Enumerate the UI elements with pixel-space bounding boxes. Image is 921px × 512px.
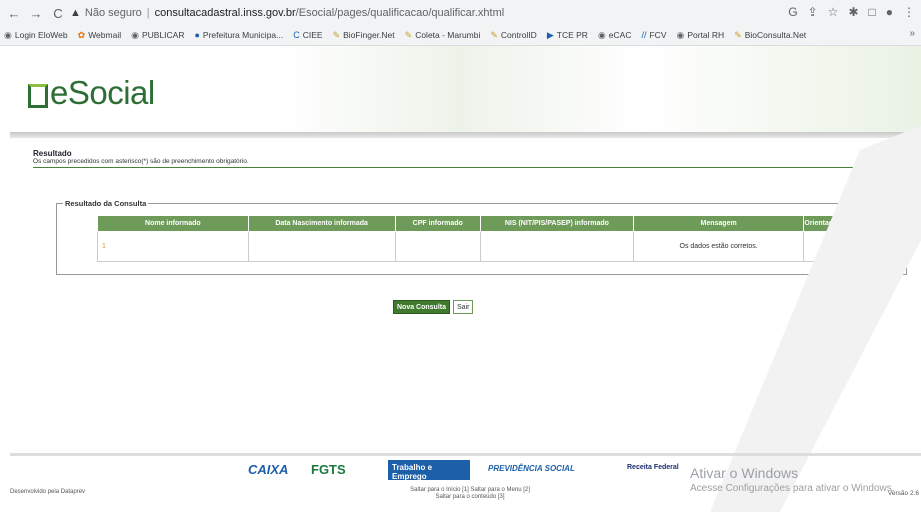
caixa-logo: CAIXA [248,462,289,477]
watermark-shape [710,125,921,512]
share-icon[interactable]: ⇪ [808,5,818,19]
col-cpf: CPF informado [394,215,481,232]
bookmark-item[interactable]: ✎ BioConsulta.Net [734,30,806,41]
receita-federal-logo: Receita Federal [627,464,679,471]
col-nome: Nome informado [97,215,249,232]
footer-divider [10,453,921,456]
globe-icon: ◉ [131,29,139,40]
cell-nome: 1 [97,231,249,262]
profile-icon[interactable]: ● [886,5,893,19]
bookmark-item[interactable]: ◉ PUBLICAR [131,30,184,41]
globe-icon: ◉ [676,29,685,40]
skip-links: Saltar para o Início [1] Saltar para o M… [400,487,540,501]
security-label[interactable]: Não seguro [85,7,142,19]
play-icon: ▶ [546,29,554,40]
col-data-nascimento: Data Nascimento informada [247,215,396,232]
skip-menu-link[interactable]: Saltar para o Menu [2] [471,487,530,493]
toolbar-icons: G ⇪ ☆ ✱ □ ● ⋮ [788,5,915,19]
omnibox[interactable]: ▲ Não seguro | consultacadastral.inss.go… [70,3,780,23]
logo-mark-icon [28,84,48,108]
google-icon[interactable]: G [788,5,797,19]
result-table: Nome informado Data Nascimento informada… [97,215,842,262]
bookmarks-bar: ◉ Login EloWeb ✿ Webmail ◉ PUBLICAR ● Prefei… [4,26,919,44]
trabalho-emprego-logo: Trabalho e Emprego [388,460,470,481]
cell-nis [479,231,634,262]
window-icon[interactable]: □ [869,5,876,19]
table-row: 1 Os dados estão corretos. [97,231,842,262]
result-title: Resultado [33,149,72,158]
col-nis: NIS (NIT/PIS/PASEP) informado [479,215,634,232]
star-icon[interactable]: ☆ [828,5,839,19]
bookmark-item[interactable]: ✎ ControlID [490,30,536,41]
col-orientacao: Orientação [803,215,842,232]
url-path[interactable]: /Esocial/pages/qualificacao/qualificar.x… [296,7,505,19]
cell-cpf [394,231,481,262]
finger-icon: ✎ [490,29,498,40]
warning-icon[interactable]: ▲ [70,7,81,19]
table-header-row: Nome informado Data Nascimento informada… [97,215,842,232]
bookmark-item[interactable]: ◉ Portal RH [676,30,724,41]
skip-inicio-link[interactable]: Saltar para o Início [1] [410,487,469,493]
slash-icon: // [641,30,647,40]
finger-icon: ✎ [734,29,742,40]
finger-icon: ✎ [332,29,341,40]
bookmark-item[interactable]: //FCV [641,30,666,40]
shield-icon: ● [194,30,200,40]
page-header: eSocial [0,46,921,132]
cell-orientacao [803,231,842,262]
header-divider [10,132,921,138]
menu-icon[interactable]: ⋮ [903,5,915,19]
activation-title: Ativar o Windows [690,465,799,481]
separator: | [146,7,150,19]
esocial-logo[interactable]: eSocial [28,74,155,112]
bookmark-item[interactable]: ◉ Login EloWeb [4,30,68,41]
developer-credit: Desenvolvido pela Dataprev [10,489,86,495]
browser-chrome: ← → C ▲ Não seguro | consultacadastral.i… [0,0,921,46]
new-query-button[interactable]: Nova Consulta [393,300,451,314]
fieldset-legend: Resultado da Consulta [65,199,147,208]
bookmark-item[interactable]: ▶ TCE PR [547,30,588,41]
cell-mensagem: Os dados estão corretos. [632,231,805,262]
action-buttons: Nova Consulta Sair [393,300,474,314]
cell-data [247,231,396,262]
globe-icon: ◉ [597,29,606,40]
bookmark-item[interactable]: ✎ BioFinger.Net [333,30,395,41]
bookmark-item[interactable]: ✎ Coleta - Marumbi [405,30,481,41]
bookmark-item[interactable]: C CIEE [293,30,322,40]
bookmark-item[interactable]: ◉ eCAC [598,30,632,41]
extensions-icon[interactable]: ✱ [848,5,858,19]
ciee-icon: C [293,30,300,40]
col-mensagem: Mensagem [632,215,805,232]
finger-icon: ✎ [404,29,413,40]
result-subtitle: Os campos precedidos com asterisco(*) sã… [33,158,908,168]
globe-icon: ◉ [4,29,12,40]
result-section: Resultado Os campos precedidos com aster… [33,149,908,168]
url-host[interactable]: consultacadastral.inss.gov.br [155,7,296,19]
logo-text: eSocial [50,74,155,111]
exit-button[interactable]: Sair [453,300,474,314]
bookmark-item[interactable]: ✿ Webmail [78,30,121,41]
previdencia-logo: PREVIDÊNCIA SOCIAL [488,464,575,473]
reload-icon[interactable]: C [50,6,66,21]
bookmarks-more-icon[interactable]: » [909,28,915,39]
webmail-icon: ✿ [77,29,86,40]
address-row: ← → C ▲ Não seguro | consultacadastral.i… [0,2,921,24]
forward-icon[interactable]: → [28,6,44,21]
bookmark-item[interactable]: ● Prefeitura Municipa... [194,30,283,40]
activation-subtitle: Acesse Configurações para ativar o Windo… [690,483,895,494]
fgts-logo: FGTS [311,462,346,477]
back-icon[interactable]: ← [6,6,22,21]
skip-conteudo-link[interactable]: Saltar para o conteúdo [3] [435,494,504,500]
